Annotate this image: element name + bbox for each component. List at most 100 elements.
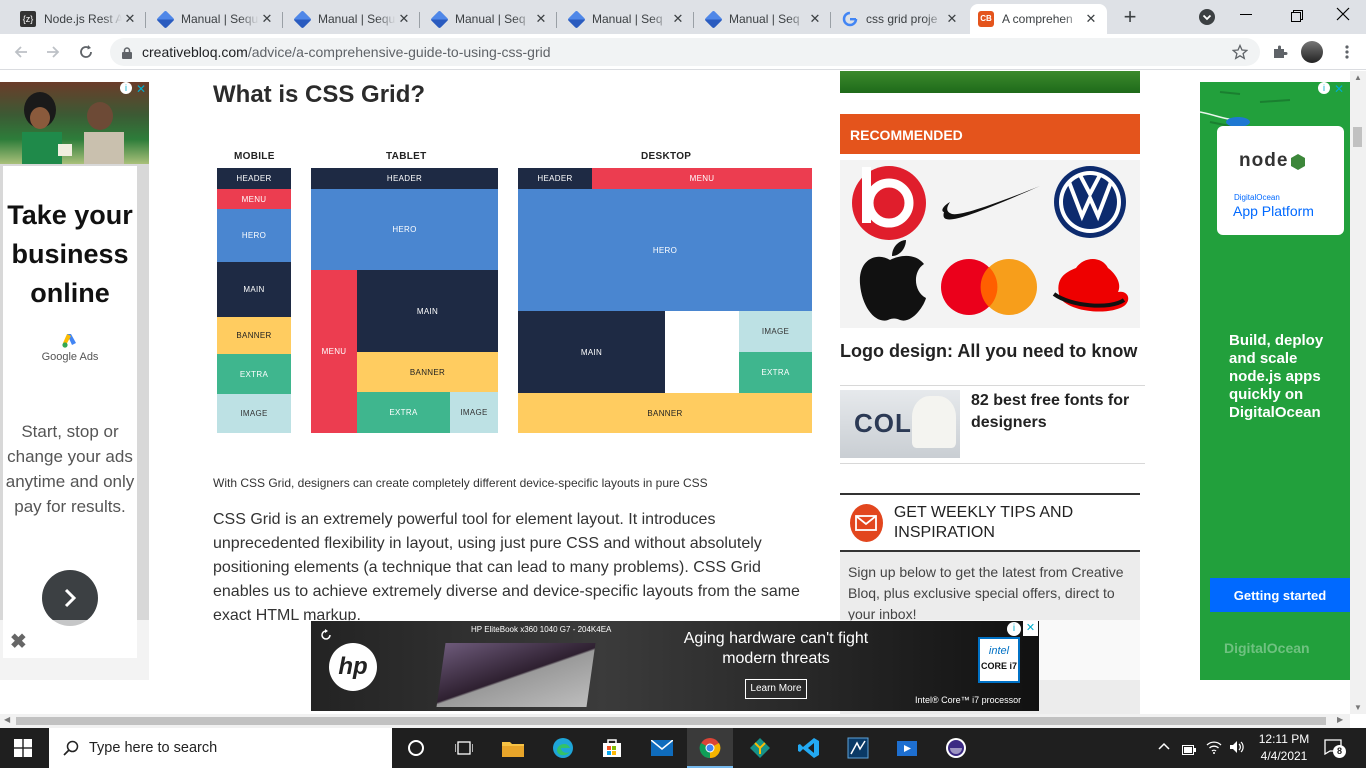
close-tab-icon[interactable]: ✕ (396, 11, 412, 27)
address-bar[interactable]: creativebloq.com/advice/a-comprehensive-… (110, 38, 1260, 66)
volume-icon[interactable] (1229, 740, 1245, 759)
browser-tab[interactable]: Manual | Sequ ✕ (149, 4, 283, 34)
grid-block-header: HEADER (518, 168, 592, 189)
hp-sticky-ad[interactable]: hp HP EliteBook x360 1040 G7 - 204K4EA A… (311, 621, 1039, 711)
window-close-icon[interactable] (1336, 7, 1350, 21)
file-explorer-icon[interactable] (499, 734, 527, 762)
grid-block-extra: EXTRA (357, 392, 450, 433)
ad-info-icon[interactable]: i (120, 82, 132, 94)
browser-tab[interactable]: Manual | Seq ✕ (560, 4, 694, 34)
scroll-right-icon[interactable]: ▶ (1337, 715, 1343, 724)
cortana-icon[interactable] (402, 734, 430, 762)
profile-avatar[interactable] (1301, 41, 1323, 63)
grid-block-extra: EXTRA (739, 352, 812, 393)
mail-icon[interactable] (648, 734, 676, 762)
back-arrow-icon[interactable] (9, 40, 33, 64)
microsoft-store-icon[interactable] (598, 734, 626, 762)
new-tab-button[interactable]: + (1118, 6, 1142, 30)
horizontal-scrollbar[interactable]: ◀ ▶ (0, 714, 1350, 728)
sticky-close-icon[interactable]: ✖ (10, 629, 27, 654)
ad-close-icon[interactable]: ✕ (136, 82, 146, 96)
ad-close-icon[interactable]: ✕ (1023, 621, 1038, 636)
notification-count-badge: 8 (1333, 745, 1346, 758)
forward-arrow-icon[interactable] (41, 40, 65, 64)
browser-tab[interactable]: css grid proje ✕ (834, 4, 968, 34)
system-clock[interactable]: 12:11 PM 4/4/2021 (1252, 731, 1316, 765)
minimize-icon[interactable] (1240, 14, 1252, 15)
grid-block-menu: MENU (311, 270, 357, 433)
browser-tab[interactable]: Manual | Seq ✕ (423, 4, 557, 34)
browser-tab[interactable]: Manual | Seq ✕ (697, 4, 831, 34)
video-app-icon[interactable] (893, 734, 921, 762)
fonts-story-title[interactable]: 82 best free fonts for designers (971, 390, 1131, 434)
eclipse-icon[interactable] (942, 734, 970, 762)
edge-icon[interactable] (549, 734, 577, 762)
close-tab-icon[interactable]: ✕ (807, 11, 823, 27)
article-paragraph: CSS Grid is an extremely powerful tool f… (213, 511, 800, 624)
taskbar-search-box[interactable]: Type here to search (49, 728, 392, 768)
ad-next-button[interactable] (42, 570, 98, 626)
windows-start-icon[interactable] (14, 739, 32, 757)
browser-tab-active[interactable]: CB A comprehen ✕ (970, 4, 1107, 34)
close-tab-icon[interactable]: ✕ (670, 11, 686, 27)
restore-icon[interactable] (1291, 9, 1303, 22)
ad-body: Start, stop or change your ads anytime a… (5, 422, 135, 516)
digitalocean-ad[interactable]: i ✕ node DigitalOcean App Platform Build… (1200, 82, 1350, 680)
grid-block-main: MAIN (357, 270, 498, 352)
git-kraken-icon[interactable] (746, 734, 774, 762)
notifications-icon[interactable]: 8 (1324, 739, 1346, 760)
reload-icon[interactable] (74, 40, 98, 64)
browser-tab[interactable]: Manual | Sequ ✕ (286, 4, 420, 34)
braces-icon: {z} (20, 11, 36, 27)
tablet-label: TABLET (386, 151, 427, 162)
close-tab-icon[interactable]: ✕ (122, 11, 138, 27)
tab-title: Manual | Seq (729, 12, 800, 26)
clock-time: 12:11 PM (1258, 732, 1310, 746)
fonts-story-thumbnail[interactable]: COLUS (840, 390, 960, 458)
ad-model: HP EliteBook x360 1040 G7 - 204K4EA (471, 625, 612, 634)
scroll-down-icon[interactable]: ▼ (1354, 703, 1362, 712)
ad-info-icon[interactable]: i (1007, 622, 1021, 636)
ad-close-icon[interactable]: ✕ (1334, 82, 1344, 96)
browser-tab[interactable]: {z} Node.js Rest A ✕ (12, 4, 146, 34)
desktop-label: DESKTOP (641, 151, 692, 162)
vertical-scrollbar[interactable]: ▲ ▼ (1350, 71, 1366, 714)
network-tool-icon[interactable] (844, 734, 872, 762)
google-ads-banner[interactable]: i ✕ Take your business online Google Ads… (0, 82, 149, 680)
vscode-icon[interactable] (795, 734, 823, 762)
close-tab-icon[interactable]: ✕ (533, 11, 549, 27)
close-tab-icon[interactable]: ✕ (259, 11, 275, 27)
grid-block-menu: MENU (592, 168, 812, 189)
learn-more-button[interactable]: Learn More (745, 679, 807, 699)
logo-story-thumbnail[interactable] (840, 160, 1140, 328)
wifi-icon[interactable] (1206, 740, 1222, 759)
recommended-header: RECOMMENDED (840, 114, 1140, 154)
ad-info-icon[interactable]: i (1318, 82, 1330, 94)
grid-block-image: IMAGE (450, 392, 498, 433)
menu-kebab-icon[interactable] (1335, 40, 1359, 64)
replay-icon[interactable] (320, 628, 332, 640)
close-tab-icon[interactable]: ✕ (1083, 11, 1099, 27)
creativebloq-icon: CB (978, 11, 994, 27)
tab-search-icon[interactable] (1199, 9, 1215, 25)
bookmark-star-icon[interactable] (1228, 40, 1252, 64)
ad-card: Take your business online Google Ads Sta… (3, 166, 137, 658)
scrollbar-thumb[interactable] (1353, 127, 1362, 147)
grid-block-main: MAIN (518, 311, 665, 393)
scrollbar-thumb[interactable] (16, 717, 1326, 725)
task-view-icon[interactable] (450, 734, 478, 762)
sequelize-cube-icon (703, 9, 723, 29)
scroll-up-icon[interactable]: ▲ (1354, 73, 1362, 82)
logo-story-title[interactable]: Logo design: All you need to know (840, 341, 1137, 362)
chrome-icon[interactable] (696, 734, 724, 762)
divider (840, 463, 1145, 464)
sidebar-top-ad[interactable] (840, 71, 1140, 93)
ad-brand: Google Ads (41, 351, 99, 363)
tray-overflow-icon[interactable] (1158, 741, 1170, 753)
battery-icon[interactable] (1182, 742, 1196, 760)
close-tab-icon[interactable]: ✕ (944, 11, 960, 27)
getting-started-button[interactable]: Getting started (1210, 578, 1350, 612)
extensions-puzzle-icon[interactable] (1268, 40, 1292, 64)
scroll-left-icon[interactable]: ◀ (4, 715, 10, 724)
browser-tab-strip: {z} Node.js Rest A ✕ Manual | Sequ ✕ Man… (0, 0, 1366, 34)
